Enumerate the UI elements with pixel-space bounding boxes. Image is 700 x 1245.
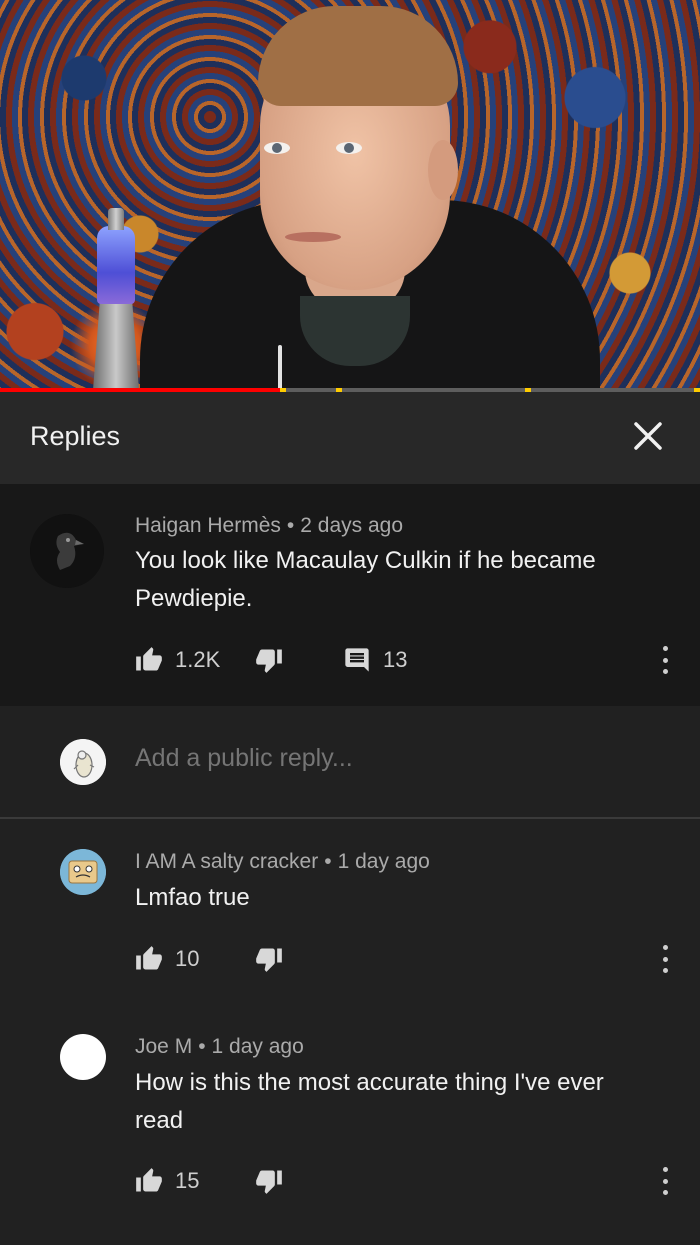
reply-item: Joe M • 1 day ago How is this the most acc…	[0, 1005, 700, 1245]
person-eye-left	[264, 142, 290, 154]
avatar[interactable]	[30, 514, 104, 588]
hoodie-drawstring	[278, 345, 282, 390]
comment-author[interactable]: Joe M	[135, 1035, 192, 1058]
dislike-button[interactable]	[255, 644, 283, 676]
thumbs-down-icon	[256, 948, 282, 972]
person-hair	[258, 6, 458, 106]
reply-count: 13	[383, 647, 408, 672]
meta-separator: •	[324, 850, 332, 873]
cracker-avatar-icon	[60, 849, 106, 895]
comment-text: Lmfao true	[135, 884, 250, 911]
more-vertical-icon[interactable]	[655, 1167, 675, 1195]
dislike-button[interactable]	[255, 1165, 283, 1197]
raven-avatar-icon	[30, 514, 104, 588]
avatar	[60, 739, 106, 785]
thumbs-up-icon	[136, 1168, 162, 1192]
comment-author[interactable]: I AM A salty cracker	[135, 850, 318, 873]
comment-time: 2 days ago	[300, 514, 404, 537]
comment-actions: 10	[135, 943, 695, 975]
like-button[interactable]: 10	[135, 943, 199, 975]
user-avatar-icon	[60, 739, 106, 785]
close-icon[interactable]	[630, 418, 666, 454]
like-count: 1.2K	[175, 647, 221, 672]
comment-text: You look like Macaulay Culkin if he beca…	[135, 547, 596, 612]
comment-actions: 15	[135, 1165, 695, 1197]
replies-header: Replies	[0, 392, 700, 484]
thumbs-up-icon	[136, 647, 162, 671]
more-vertical-icon[interactable]	[655, 646, 675, 674]
thumbs-down-icon	[256, 649, 282, 673]
comment-author[interactable]: Haigan Hermès	[135, 514, 281, 537]
reply-input[interactable]	[135, 744, 635, 773]
comment-time: 1 day ago	[337, 850, 430, 873]
replies-button[interactable]: 13	[343, 644, 407, 676]
like-button[interactable]: 1.2K	[135, 644, 220, 676]
comment-actions: 1.2K 13	[135, 644, 695, 676]
comment-meta: I AM A salty cracker • 1 day ago	[135, 850, 430, 874]
meta-separator: •	[198, 1035, 206, 1058]
comment-meta: Haigan Hermès • 2 days ago	[135, 514, 403, 538]
lava-lamp-cap	[108, 208, 124, 230]
person-ear	[428, 140, 458, 200]
page-title: Replies	[30, 421, 121, 451]
avatar[interactable]	[60, 849, 106, 895]
comment-icon	[345, 648, 369, 672]
comment-time: 1 day ago	[211, 1035, 304, 1058]
person-mouth	[285, 232, 341, 242]
comment-meta: Joe M • 1 day ago	[135, 1035, 304, 1059]
thumbs-down-icon	[256, 1170, 282, 1194]
comment-text: How is this the most accurate thing I've…	[135, 1069, 604, 1134]
thumbs-up-icon	[136, 946, 162, 970]
more-vertical-icon[interactable]	[655, 945, 675, 973]
meta-separator: •	[286, 514, 295, 537]
dislike-button[interactable]	[255, 943, 283, 975]
lava-lamp-base	[93, 300, 139, 390]
reply-item: I AM A salty cracker • 1 day ago Lmfao tru…	[0, 819, 700, 1005]
video-player[interactable]	[0, 0, 700, 390]
like-count: 10	[175, 946, 200, 971]
reply-composer	[0, 706, 700, 818]
like-count: 15	[175, 1168, 200, 1193]
like-button[interactable]: 15	[135, 1165, 199, 1197]
person-eye-right	[336, 142, 362, 154]
parent-comment: Haigan Hermès • 2 days ago You look like M…	[0, 484, 700, 706]
avatar[interactable]	[60, 1034, 106, 1080]
lava-lamp-glass	[97, 226, 135, 304]
